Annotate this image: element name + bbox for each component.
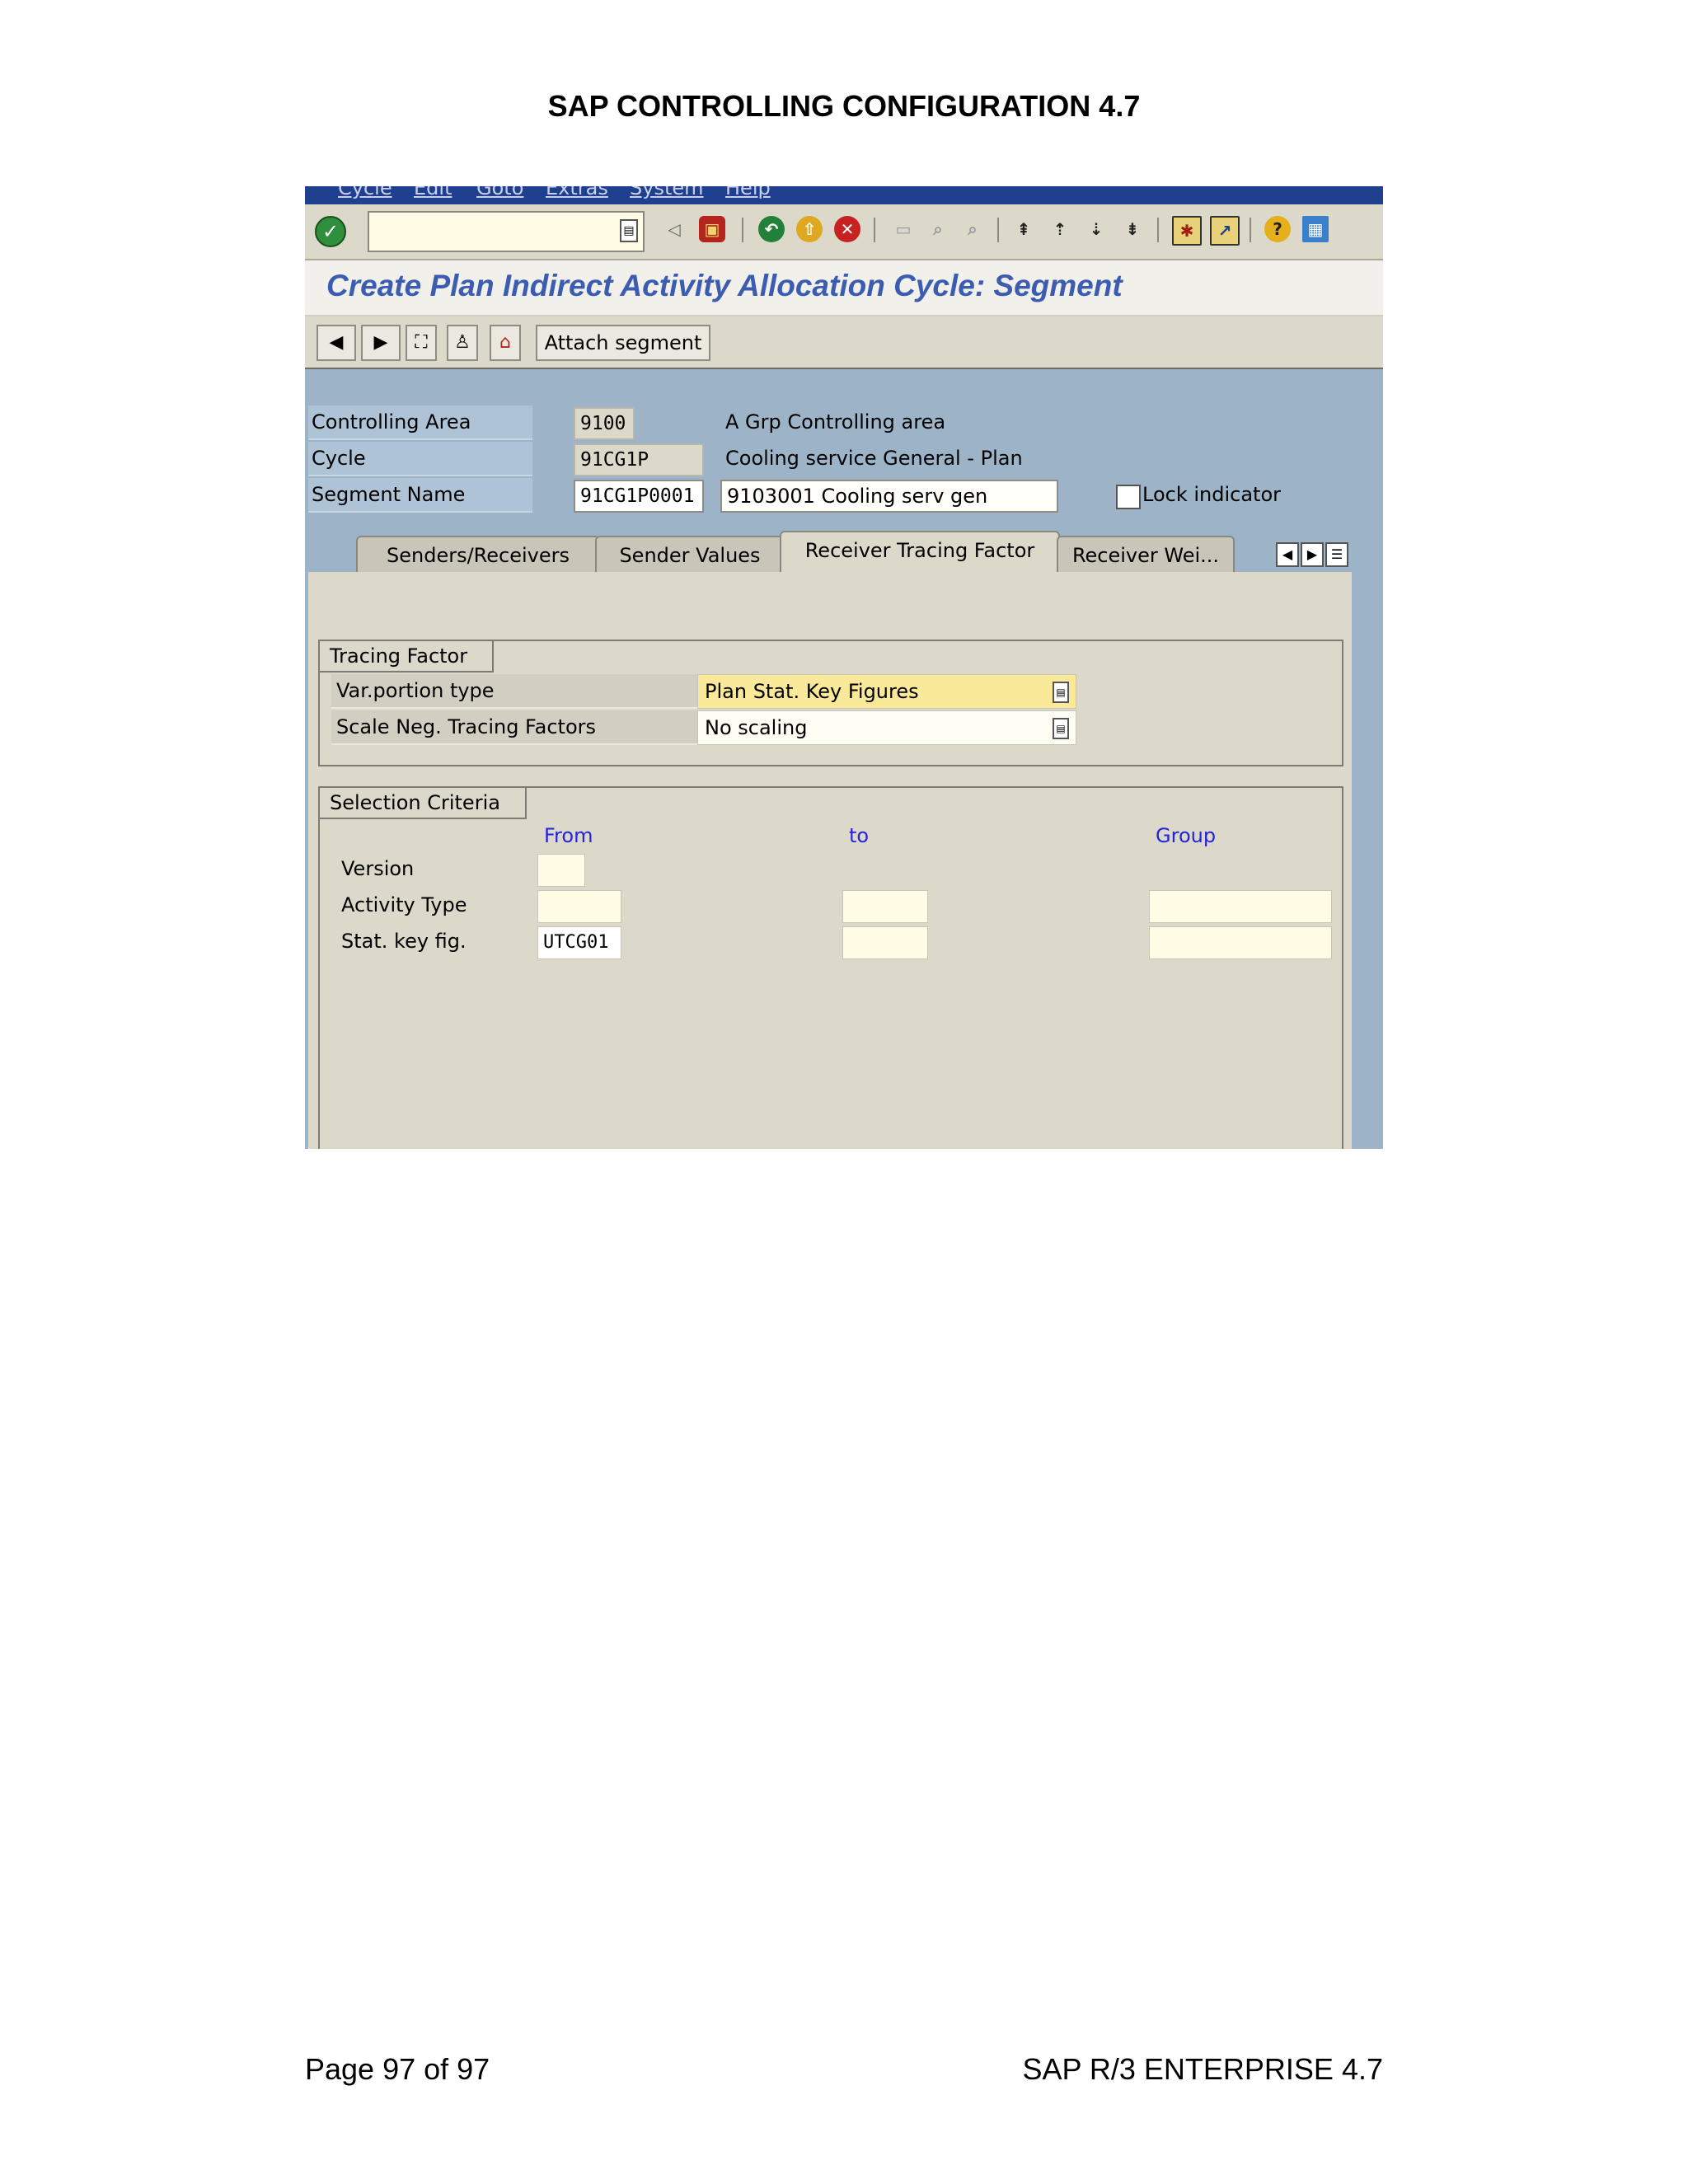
menu-bar: Cycle Edit Goto Extras System Help	[305, 186, 1383, 204]
previous-segment-icon[interactable]: ◀	[316, 325, 356, 361]
panel-right-edge	[1352, 572, 1383, 1149]
previous-page-icon[interactable]: ⇡	[1047, 216, 1073, 242]
menu-help[interactable]: Help	[725, 186, 771, 199]
back-triangle-icon[interactable]: ◁	[661, 216, 687, 242]
command-history-icon[interactable]: ▤	[620, 219, 638, 242]
stat-key-fig-from-input[interactable]: UTCG01	[537, 926, 621, 959]
save-icon[interactable]: ▣	[699, 216, 725, 242]
tab-senders-receivers[interactable]: Senders/Receivers	[356, 536, 600, 574]
help-icon[interactable]: ?	[1264, 216, 1291, 242]
last-page-icon[interactable]: ⇟	[1119, 216, 1146, 242]
scale-neg-label: Scale Neg. Tracing Factors	[331, 710, 697, 745]
next-segment-icon[interactable]: ▶	[361, 325, 401, 361]
tab-panel: Tracing Factor Var.portion type Plan Sta…	[308, 572, 1357, 1149]
column-group: Group	[1156, 824, 1217, 847]
controlling-area-description: A Grp Controlling area	[725, 410, 946, 434]
create-session-icon[interactable]: ✱	[1172, 216, 1202, 246]
activity-type-group-input[interactable]	[1149, 890, 1332, 923]
menu-goto[interactable]: Goto	[476, 186, 523, 199]
selection-criteria-title: Selection Criteria	[318, 786, 527, 819]
cycle-description: Cooling service General - Plan	[725, 447, 1023, 470]
version-from-input[interactable]	[537, 854, 585, 887]
menu-system[interactable]: System	[630, 186, 704, 199]
controlling-area-field: 9100	[574, 407, 635, 440]
controlling-area-label: Controlling Area	[308, 405, 532, 440]
tab-receiver-tracing-factor[interactable]: Receiver Tracing Factor	[780, 531, 1060, 575]
menu-cycle[interactable]: Cycle	[338, 186, 392, 199]
tab-list-icon[interactable]: ☰	[1325, 542, 1348, 567]
scale-neg-select[interactable]: No scaling ▤	[697, 710, 1076, 745]
var-portion-type-select[interactable]: Plan Stat. Key Figures ▤	[697, 674, 1076, 709]
selection-criteria-group: Selection Criteria From to Group Version…	[318, 786, 1343, 1149]
segment-name-label: Segment Name	[308, 478, 532, 513]
page-number: Page 97 of 97	[305, 2052, 490, 2086]
sap-screen: Cycle Edit Goto Extras System Help ✓ ▤ ◁…	[305, 186, 1383, 1149]
screen-title: Create Plan Indirect Activity Allocation…	[326, 269, 1123, 302]
column-to: to	[849, 824, 870, 847]
system-toolbar: ✓ ▤ ◁ ▣ ↶ ⇧ ✕ ▭ ⌕ ⌕ ⇞ ⇡ ⇣ ⇟ ✱ ↗ ? ▦	[305, 204, 1383, 260]
lock-indicator-checkbox[interactable]	[1116, 485, 1141, 509]
lock-indicator-label: Lock indicator	[1142, 483, 1281, 506]
menu-edit[interactable]: Edit	[414, 186, 452, 199]
cycle-field: 91CG1P	[574, 443, 704, 476]
toolbar-separator	[997, 218, 999, 242]
column-from: From	[544, 824, 593, 847]
tab-scroll-left-icon[interactable]: ◀	[1276, 542, 1299, 567]
segment-description-field[interactable]: 9103001 Cooling serv gen	[720, 480, 1058, 513]
print-icon[interactable]: ▭	[890, 216, 917, 242]
toolbar-separator	[874, 218, 875, 242]
find-next-icon[interactable]: ⌕	[959, 216, 986, 242]
tracing-factor-group: Tracing Factor Var.portion type Plan Sta…	[318, 640, 1343, 766]
activity-type-from-input[interactable]	[537, 890, 621, 923]
scale-neg-value: No scaling	[705, 716, 808, 739]
command-field[interactable]: ▤	[368, 211, 645, 252]
stat-key-fig-to-input[interactable]	[842, 926, 928, 959]
stat-key-fig-label: Stat. key fig.	[341, 930, 467, 953]
user-icon[interactable]: ♙	[447, 325, 478, 361]
delete-segment-icon[interactable]: ⌂	[490, 325, 521, 361]
activity-type-label: Activity Type	[341, 893, 467, 916]
var-portion-type-label: Var.portion type	[331, 674, 697, 709]
document-edition: SAP R/3 ENTERPRISE 4.7	[1022, 2052, 1383, 2086]
find-segment-icon[interactable]: ⛶	[406, 325, 437, 361]
cycle-label: Cycle	[308, 442, 532, 476]
menu-extras[interactable]: Extras	[546, 186, 608, 199]
tab-scroll-right-icon[interactable]: ▶	[1301, 542, 1324, 567]
enter-check-icon[interactable]: ✓	[315, 216, 346, 247]
application-toolbar: ◀ ▶ ⛶ ♙ ⌂ Attach segment	[305, 316, 1383, 370]
dropdown-icon[interactable]: ▤	[1053, 718, 1069, 739]
first-page-icon[interactable]: ⇞	[1010, 216, 1037, 242]
activity-type-to-input[interactable]	[842, 890, 928, 923]
shortcut-icon[interactable]: ↗	[1210, 216, 1240, 246]
toolbar-separator	[742, 218, 743, 242]
exit-icon[interactable]: ⇧	[796, 216, 823, 242]
version-label: Version	[341, 857, 415, 880]
document-header: SAP CONTROLLING CONFIGURATION 4.7	[547, 89, 1141, 123]
cancel-icon[interactable]: ✕	[834, 216, 860, 242]
toolbar-separator	[1250, 218, 1251, 242]
dropdown-icon[interactable]: ▤	[1053, 682, 1069, 703]
find-icon[interactable]: ⌕	[925, 216, 951, 242]
next-page-icon[interactable]: ⇣	[1083, 216, 1109, 242]
stat-key-fig-group-input[interactable]	[1149, 926, 1332, 959]
tab-sender-values[interactable]: Sender Values	[595, 536, 785, 574]
tab-receiver-weighting[interactable]: Receiver Wei...	[1057, 536, 1235, 574]
var-portion-type-value: Plan Stat. Key Figures	[705, 680, 919, 703]
layout-menu-icon[interactable]: ▦	[1302, 216, 1329, 242]
attach-segment-button[interactable]: Attach segment	[536, 325, 710, 361]
tracing-factor-title: Tracing Factor	[318, 640, 495, 673]
title-bar: Create Plan Indirect Activity Allocation…	[305, 260, 1383, 316]
back-icon[interactable]: ↶	[758, 216, 785, 242]
segment-name-field[interactable]: 91CG1P0001	[574, 480, 704, 513]
toolbar-separator	[1157, 218, 1159, 242]
